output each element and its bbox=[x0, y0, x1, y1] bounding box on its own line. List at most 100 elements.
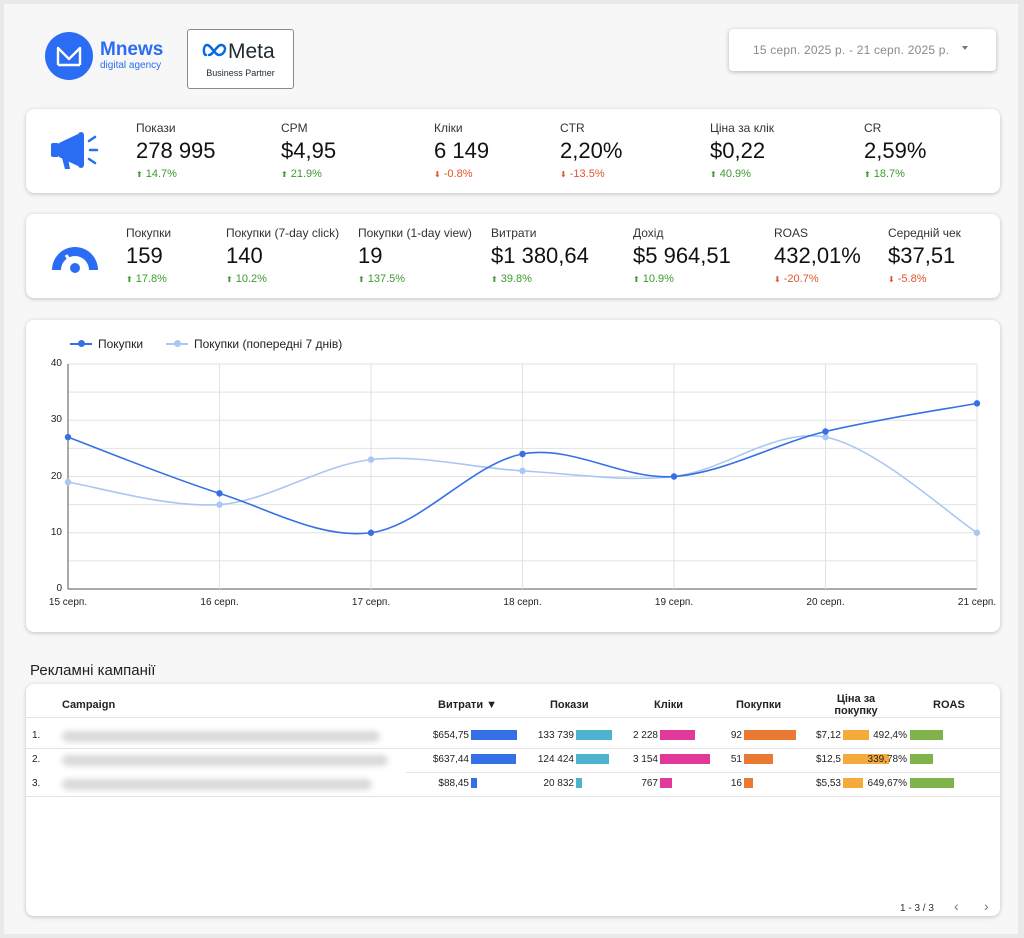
kpi-value: 140 bbox=[226, 243, 263, 268]
kpi-label: Покупки bbox=[126, 226, 172, 240]
chart-card: Покупки Покупки (попередні 7 днів) 0 10 20… bbox=[26, 320, 1000, 632]
kpi-kpis_bottom-2: Покупки (1-day view) 19 ⬆ 137.5% bbox=[358, 226, 472, 287]
trend-up-icon: ⬆ bbox=[226, 275, 233, 284]
cell-cpp: $7,12 bbox=[815, 730, 841, 741]
data-point-s1-6 bbox=[973, 529, 981, 536]
kpi-value: $5 964,51 bbox=[633, 243, 731, 268]
bar-spend bbox=[471, 730, 517, 740]
pagination-label: 1 - 3 / 3 bbox=[900, 903, 934, 914]
trend-up-icon: ⬆ bbox=[136, 170, 143, 179]
kpi-value: $1 380,64 bbox=[491, 243, 589, 268]
kpi-value: 278 995 bbox=[136, 138, 216, 163]
header-divider bbox=[26, 717, 1000, 718]
campaigns-table: Campaign Витрати ▼ Покази Кліки Покупки … bbox=[26, 684, 1000, 916]
kpi-card-traffic: Покази 278 995 ⬆ 14.7% CPM $4,95 ⬆ 21.9% Кліки… bbox=[26, 109, 1000, 193]
row-number: 3. bbox=[32, 778, 41, 789]
cell-clicks: 767 bbox=[641, 778, 658, 789]
cell-impr: 124 424 bbox=[537, 754, 574, 765]
trend-down-icon: ⬇ bbox=[560, 170, 567, 179]
line-chart bbox=[64, 363, 981, 590]
kpi-label: CR bbox=[864, 121, 882, 135]
col-clicks[interactable]: Кліки bbox=[654, 699, 683, 711]
date-range-text: 15 серп. 2025 р. - 21 серп. 2025 р. bbox=[753, 43, 950, 57]
bar-impr bbox=[576, 754, 610, 764]
kpi-kpis_top-2: Кліки 6 149 ⬇ -0.8% bbox=[434, 121, 489, 182]
kpi-kpis_top-5: CR 2,59% ⬆ 18.7% bbox=[864, 121, 926, 182]
bar-purch bbox=[744, 778, 754, 788]
bar-cpp bbox=[843, 730, 870, 740]
campaign-name-redacted bbox=[62, 731, 380, 742]
kpi-change: ⬆ 10.9% bbox=[633, 272, 731, 287]
cell-purch: 16 bbox=[730, 778, 742, 789]
col-purchases[interactable]: Покупки bbox=[736, 699, 781, 711]
trend-up-icon: ⬆ bbox=[491, 275, 498, 284]
table-row[interactable]: 1. $654,75 133 739 2 228 92 $7,12 492,4% bbox=[26, 725, 1000, 747]
kpi-label: Витрати bbox=[491, 226, 537, 240]
kpi-value: $37,51 bbox=[888, 243, 956, 268]
kpi-kpis_bottom-1: Покупки (7-day click) 140 ⬆ 10.2% bbox=[226, 226, 339, 287]
kpi-change-value: 137.5% bbox=[367, 273, 406, 285]
col-roas[interactable]: ROAS bbox=[933, 699, 965, 711]
logo-text: Mnews digital agency bbox=[100, 40, 163, 72]
kpi-change-value: 17.8% bbox=[135, 273, 167, 285]
kpi-card-conversions: Покупки 159 ⬆ 17.8% Покупки (7-day click) 14… bbox=[26, 214, 1000, 298]
kpi-kpis_bottom-4: Дохід $5 964,51 ⬆ 10.9% bbox=[633, 226, 731, 287]
kpi-value: 6 149 bbox=[434, 138, 490, 163]
data-point-s0-2 bbox=[367, 529, 375, 536]
kpi-label: Покупки (1-day view) bbox=[358, 226, 472, 240]
row-divider bbox=[26, 796, 1000, 797]
data-point-s1-5 bbox=[822, 433, 829, 441]
kpi-kpis_top-3: CTR 2,20% ⬇ -13.5% bbox=[560, 121, 622, 182]
mnews-logo-icon bbox=[56, 46, 82, 67]
kpi-change-value: 21.9% bbox=[290, 168, 322, 180]
table-row[interactable]: 2. $637,44 124 424 3 154 51 $12,5 339,78% bbox=[26, 749, 1000, 771]
bar-cpp bbox=[843, 778, 864, 788]
logo-subtitle: digital agency bbox=[100, 60, 162, 71]
cell-spend: $637,44 bbox=[432, 754, 469, 765]
logo-name: Mnews bbox=[100, 39, 164, 60]
kpi-kpis_bottom-0: Покупки 159 ⬆ 17.8% bbox=[126, 226, 171, 287]
bar-clicks bbox=[660, 778, 673, 788]
kpi-change-value: 10.2% bbox=[235, 273, 267, 285]
cell-clicks: 3 154 bbox=[632, 754, 658, 765]
trend-down-icon: ⬇ bbox=[888, 275, 895, 284]
col-impressions[interactable]: Покази bbox=[550, 699, 589, 711]
meta-subtitle: Business Partner bbox=[206, 68, 275, 78]
meta-infinity-icon bbox=[202, 43, 227, 57]
kpi-kpis_top-4: Ціна за клік $0,22 ⬆ 40.9% bbox=[710, 121, 774, 182]
col-campaign[interactable]: Campaign bbox=[62, 699, 115, 711]
trend-up-icon: ⬆ bbox=[281, 170, 288, 179]
data-point-s0-0 bbox=[64, 433, 72, 441]
next-page-icon[interactable]: › bbox=[984, 898, 989, 914]
kpi-change: ⬆ 10.2% bbox=[226, 272, 339, 287]
col-spend[interactable]: Витрати ▼ bbox=[438, 699, 497, 711]
prev-page-icon[interactable]: ‹ bbox=[954, 898, 959, 914]
kpi-label: Дохід bbox=[633, 226, 664, 240]
table-row[interactable]: 3. $88,45 20 832 767 16 $5,53 649,67% bbox=[26, 773, 1000, 795]
cell-clicks: 2 228 bbox=[632, 730, 658, 741]
kpi-kpis_top-0: Покази 278 995 ⬆ 14.7% bbox=[136, 121, 216, 182]
kpi-change: ⬇ -13.5% bbox=[560, 167, 622, 182]
kpi-kpis_top-1: CPM $4,95 ⬆ 21.9% bbox=[281, 121, 336, 182]
bar-spend bbox=[471, 754, 516, 764]
kpi-change-value: -13.5% bbox=[569, 168, 605, 180]
kpi-change: ⬆ 14.7% bbox=[136, 167, 216, 182]
kpi-change-value: 40.9% bbox=[719, 168, 751, 180]
kpi-change-value: 39.8% bbox=[500, 273, 532, 285]
col-cost-per-purchase[interactable]: Ціна за покупку bbox=[826, 693, 886, 717]
bar-purch bbox=[744, 730, 796, 740]
kpi-label: Покупки (7-day click) bbox=[226, 226, 340, 240]
data-point-s1-2 bbox=[367, 456, 375, 463]
caret-down-icon bbox=[962, 46, 968, 50]
cell-cpp: $12,5 bbox=[815, 754, 841, 765]
bar-clicks bbox=[660, 730, 696, 740]
kpi-value: $0,22 bbox=[710, 138, 766, 163]
date-range-picker[interactable]: 15 серп. 2025 р. - 21 серп. 2025 р. bbox=[729, 29, 996, 71]
kpi-change: ⬆ 17.8% bbox=[126, 272, 171, 287]
kpi-value: 159 bbox=[126, 243, 163, 268]
kpi-change-value: 18.7% bbox=[873, 168, 905, 180]
bar-clicks bbox=[660, 754, 710, 764]
trend-up-icon: ⬆ bbox=[126, 275, 133, 284]
campaign-name-redacted bbox=[62, 755, 388, 766]
cell-cpp: $5,53 bbox=[815, 778, 841, 789]
